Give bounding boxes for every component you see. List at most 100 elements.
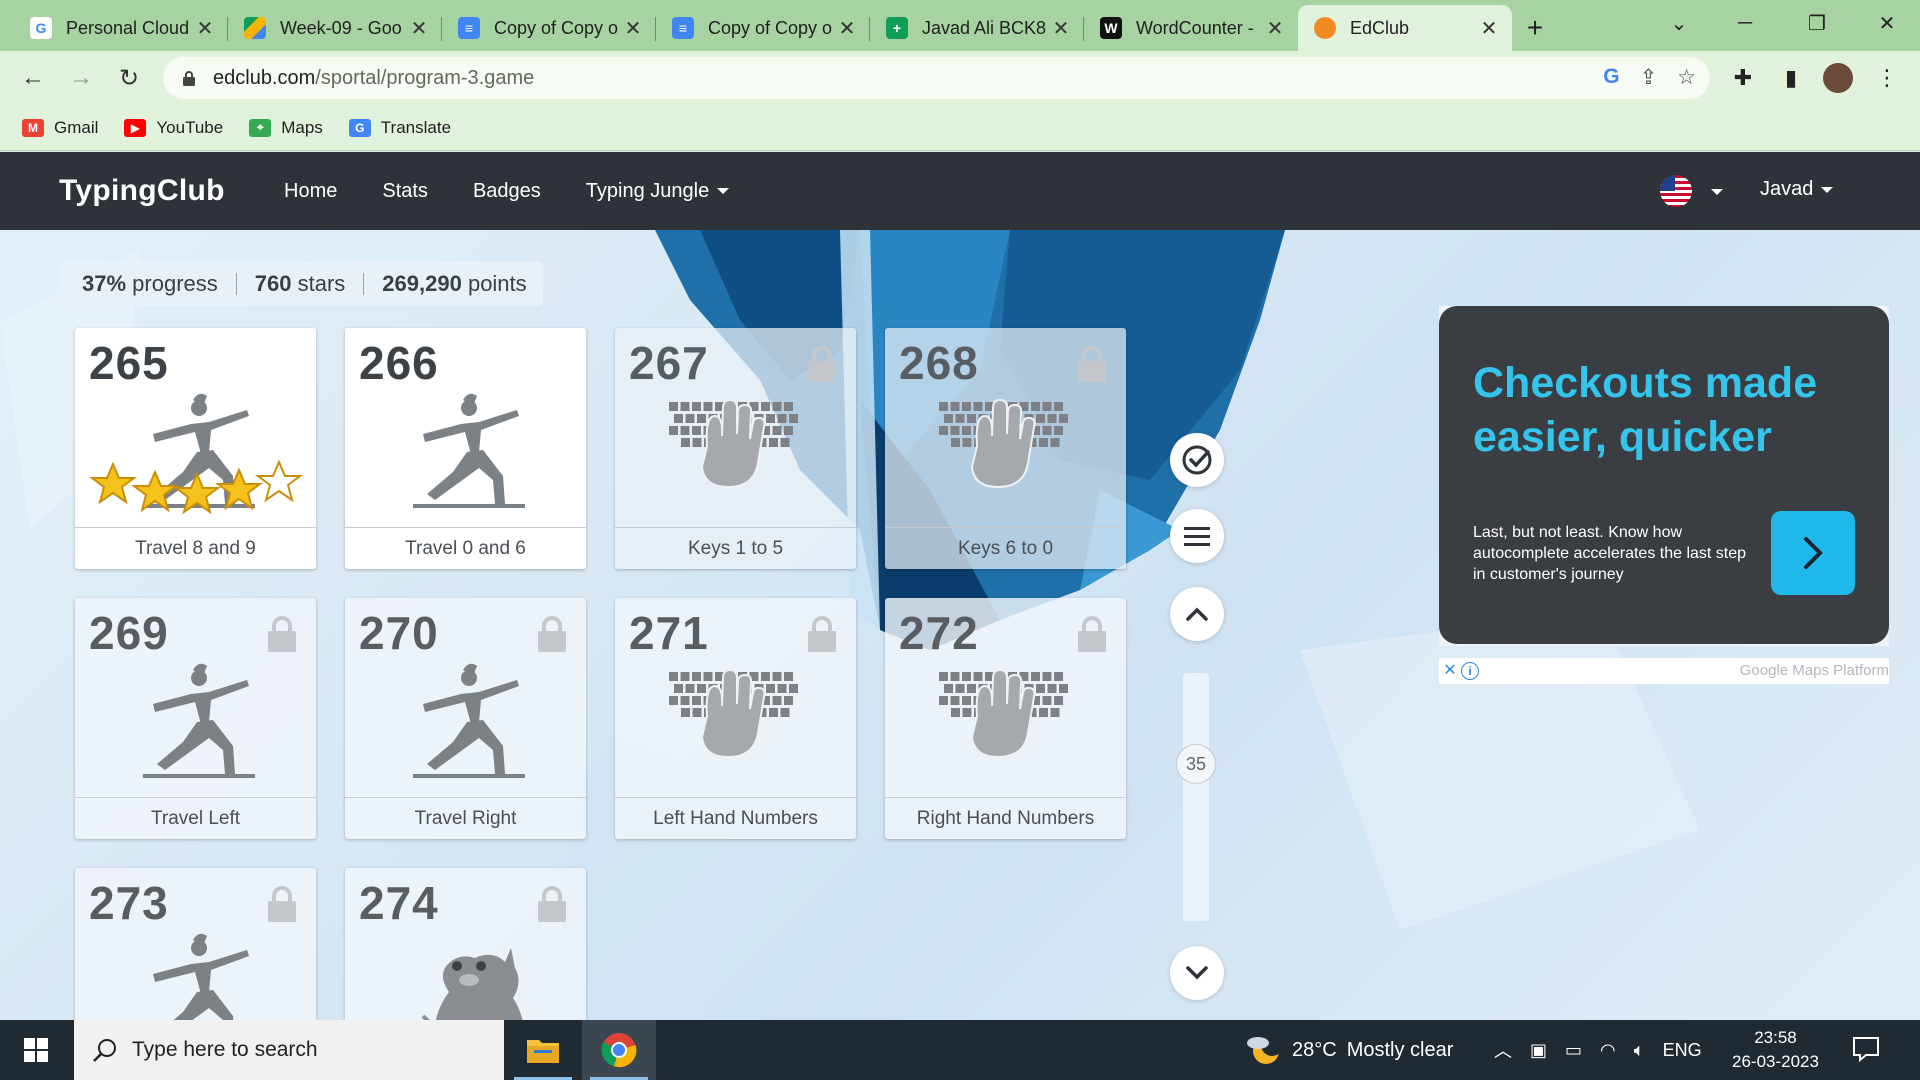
file-explorer-app[interactable] (506, 1020, 580, 1080)
bookmark-translate[interactable]: G Translate (348, 118, 451, 138)
browser-tab[interactable]: G Personal Cloud ✕ (14, 5, 228, 51)
notification-center-icon[interactable] (1852, 1036, 1880, 1062)
padlock-icon (808, 346, 836, 382)
close-tab-icon[interactable]: ✕ (622, 16, 644, 41)
google-lens-icon[interactable]: G (1603, 65, 1619, 90)
chevron-up-icon (1186, 607, 1208, 621)
ad-close-icon[interactable]: ✕ (1441, 662, 1459, 680)
close-tab-icon[interactable]: ✕ (194, 16, 216, 41)
scroll-position-badge[interactable]: 35 (1176, 744, 1216, 784)
start-button[interactable] (0, 1020, 72, 1080)
lesson-title: Right Hand Numbers (885, 797, 1126, 839)
browser-tab-title: Personal Cloud (66, 17, 190, 38)
weather-condition: Mostly clear (1346, 1038, 1454, 1061)
new-tab-button[interactable]: + (1512, 5, 1558, 51)
browser-tab-title: Copy of Copy o (494, 17, 619, 38)
weather-widget[interactable]: 28°C Mostly clear (1246, 1020, 1453, 1080)
bookmark-maps[interactable]: ⌖ Maps (249, 118, 323, 138)
close-tab-icon[interactable]: ✕ (408, 16, 430, 41)
lesson-card[interactable]: 274 (345, 868, 586, 1020)
padlock-icon (538, 616, 566, 652)
bookmark-youtube[interactable]: ▶ YouTube (124, 118, 223, 138)
ad-info-icon[interactable]: i (1461, 662, 1479, 680)
ad-title: Checkouts made easier, quicker (1473, 359, 1818, 461)
taskbar-search[interactable]: Type here to search (74, 1020, 504, 1080)
lesson-number: 272 (899, 607, 979, 659)
lesson-card[interactable]: 269 Travel Left (75, 598, 316, 839)
address-bar[interactable]: edclub.com/sportal/program-3.game G ⇪ ☆ (163, 57, 1710, 99)
restore-button[interactable]: ❐ (1784, 0, 1850, 46)
scroll-down-button[interactable] (1170, 946, 1224, 1000)
side-panel-icon[interactable]: ▮ (1776, 63, 1806, 93)
close-tab-icon[interactable]: ✕ (1050, 16, 1072, 41)
language-indicator[interactable]: ENG (1663, 1040, 1702, 1061)
close-tab-icon[interactable]: ✕ (836, 16, 858, 41)
lesson-card[interactable]: 270 Travel Right (345, 598, 586, 839)
chevron-down-icon (717, 188, 730, 195)
minimize-button[interactable]: ─ (1712, 0, 1778, 46)
lesson-card[interactable]: 267 Keys 1 to 5 (615, 328, 856, 569)
volume-icon[interactable]: 🔈︎ (1634, 1040, 1645, 1061)
bookmark-gmail[interactable]: M Gmail (22, 118, 98, 138)
lesson-illustration (395, 928, 535, 1020)
nav-badges[interactable]: Badges (473, 180, 541, 203)
wifi-icon[interactable]: ◠ (1600, 1040, 1616, 1061)
lesson-number: 267 (629, 337, 709, 389)
yoga-pose-icon (153, 933, 249, 1020)
chrome-icon (601, 1033, 637, 1068)
taskbar-clock[interactable]: 23:58 26-03-2023 (1732, 1026, 1819, 1074)
battery-icon[interactable]: ▭ (1565, 1040, 1582, 1061)
lesson-card[interactable]: 273 (75, 868, 316, 1020)
browser-toolbar: ← → ↻ edclub.com/sportal/program-3.game … (0, 51, 1920, 105)
close-window-button[interactable]: ✕ (1854, 0, 1920, 46)
close-tab-icon[interactable]: ✕ (1264, 16, 1286, 41)
browser-tab[interactable]: ≡ Copy of Copy o ✕ (656, 5, 870, 51)
lesson-card[interactable]: 271 Left Hand Numbers (615, 598, 856, 839)
lesson-card[interactable]: 266 Travel 0 and 6 (345, 328, 586, 569)
browser-menu-icon[interactable]: ⋮ (1872, 63, 1902, 93)
clock-date: 26-03-2023 (1732, 1052, 1819, 1071)
ad-card[interactable]: Checkouts made easier, quicker Last, but… (1439, 306, 1889, 644)
lock-icon[interactable] (181, 70, 197, 86)
browser-tab[interactable]: W WordCounter - ✕ (1084, 5, 1298, 51)
lesson-title: Left Hand Numbers (615, 797, 856, 839)
menu-button[interactable] (1170, 509, 1224, 563)
forward-button[interactable]: → (64, 61, 98, 95)
back-button[interactable]: ← (16, 61, 50, 95)
browser-tab[interactable]: + Javad Ali BCK8 ✕ (870, 5, 1084, 51)
hamburger-icon (1184, 527, 1210, 546)
user-menu[interactable]: Javad (1760, 178, 1834, 201)
user-name: Javad (1760, 178, 1814, 200)
lesson-card[interactable]: 272 Right Hand Numbers (885, 598, 1126, 839)
lesson-card[interactable]: 268 Keys 6 to 0 (885, 328, 1126, 569)
nav-home[interactable]: Home (284, 180, 337, 203)
tab-search-icon[interactable]: ⌄ (1646, 0, 1712, 46)
bookmark-star-icon[interactable]: ☆ (1677, 65, 1696, 90)
reload-button[interactable]: ↻ (112, 61, 146, 95)
chevron-down-icon (1186, 966, 1208, 980)
url-host: edclub.com (213, 66, 316, 89)
nav-stats[interactable]: Stats (382, 180, 428, 203)
close-tab-icon[interactable]: ✕ (1478, 16, 1500, 41)
meet-now-icon[interactable]: ▣ (1530, 1040, 1547, 1061)
share-icon[interactable]: ⇪ (1640, 65, 1658, 90)
lesson-illustration (125, 928, 265, 1020)
lesson-scrollbar[interactable] (1183, 673, 1209, 921)
chevron-down-icon[interactable] (1711, 189, 1723, 195)
scroll-up-button[interactable] (1170, 587, 1224, 641)
lesson-card[interactable]: 265 Travel 8 and 9 (75, 328, 316, 569)
show-hidden-icons[interactable]: ︿ (1494, 1037, 1512, 1063)
lesson-number: 265 (89, 337, 169, 389)
completed-filter-button[interactable] (1170, 433, 1224, 487)
browser-tab[interactable]: EdClub ✕ (1298, 5, 1512, 51)
progress-summary: 37% progress 760 stars 269,290 points (60, 261, 543, 306)
language-flag-icon[interactable] (1660, 175, 1692, 207)
chrome-app[interactable] (582, 1020, 656, 1080)
browser-tab[interactable]: Week-09 - Goo ✕ (228, 5, 442, 51)
ad-cta-button[interactable] (1771, 511, 1855, 595)
extensions-icon[interactable]: ✚ (1728, 63, 1758, 93)
site-logo[interactable]: TypingClub (59, 174, 225, 208)
nav-typing-jungle[interactable]: Typing Jungle (586, 180, 730, 203)
profile-avatar[interactable] (1823, 63, 1853, 93)
browser-tab[interactable]: ≡ Copy of Copy o ✕ (442, 5, 656, 51)
